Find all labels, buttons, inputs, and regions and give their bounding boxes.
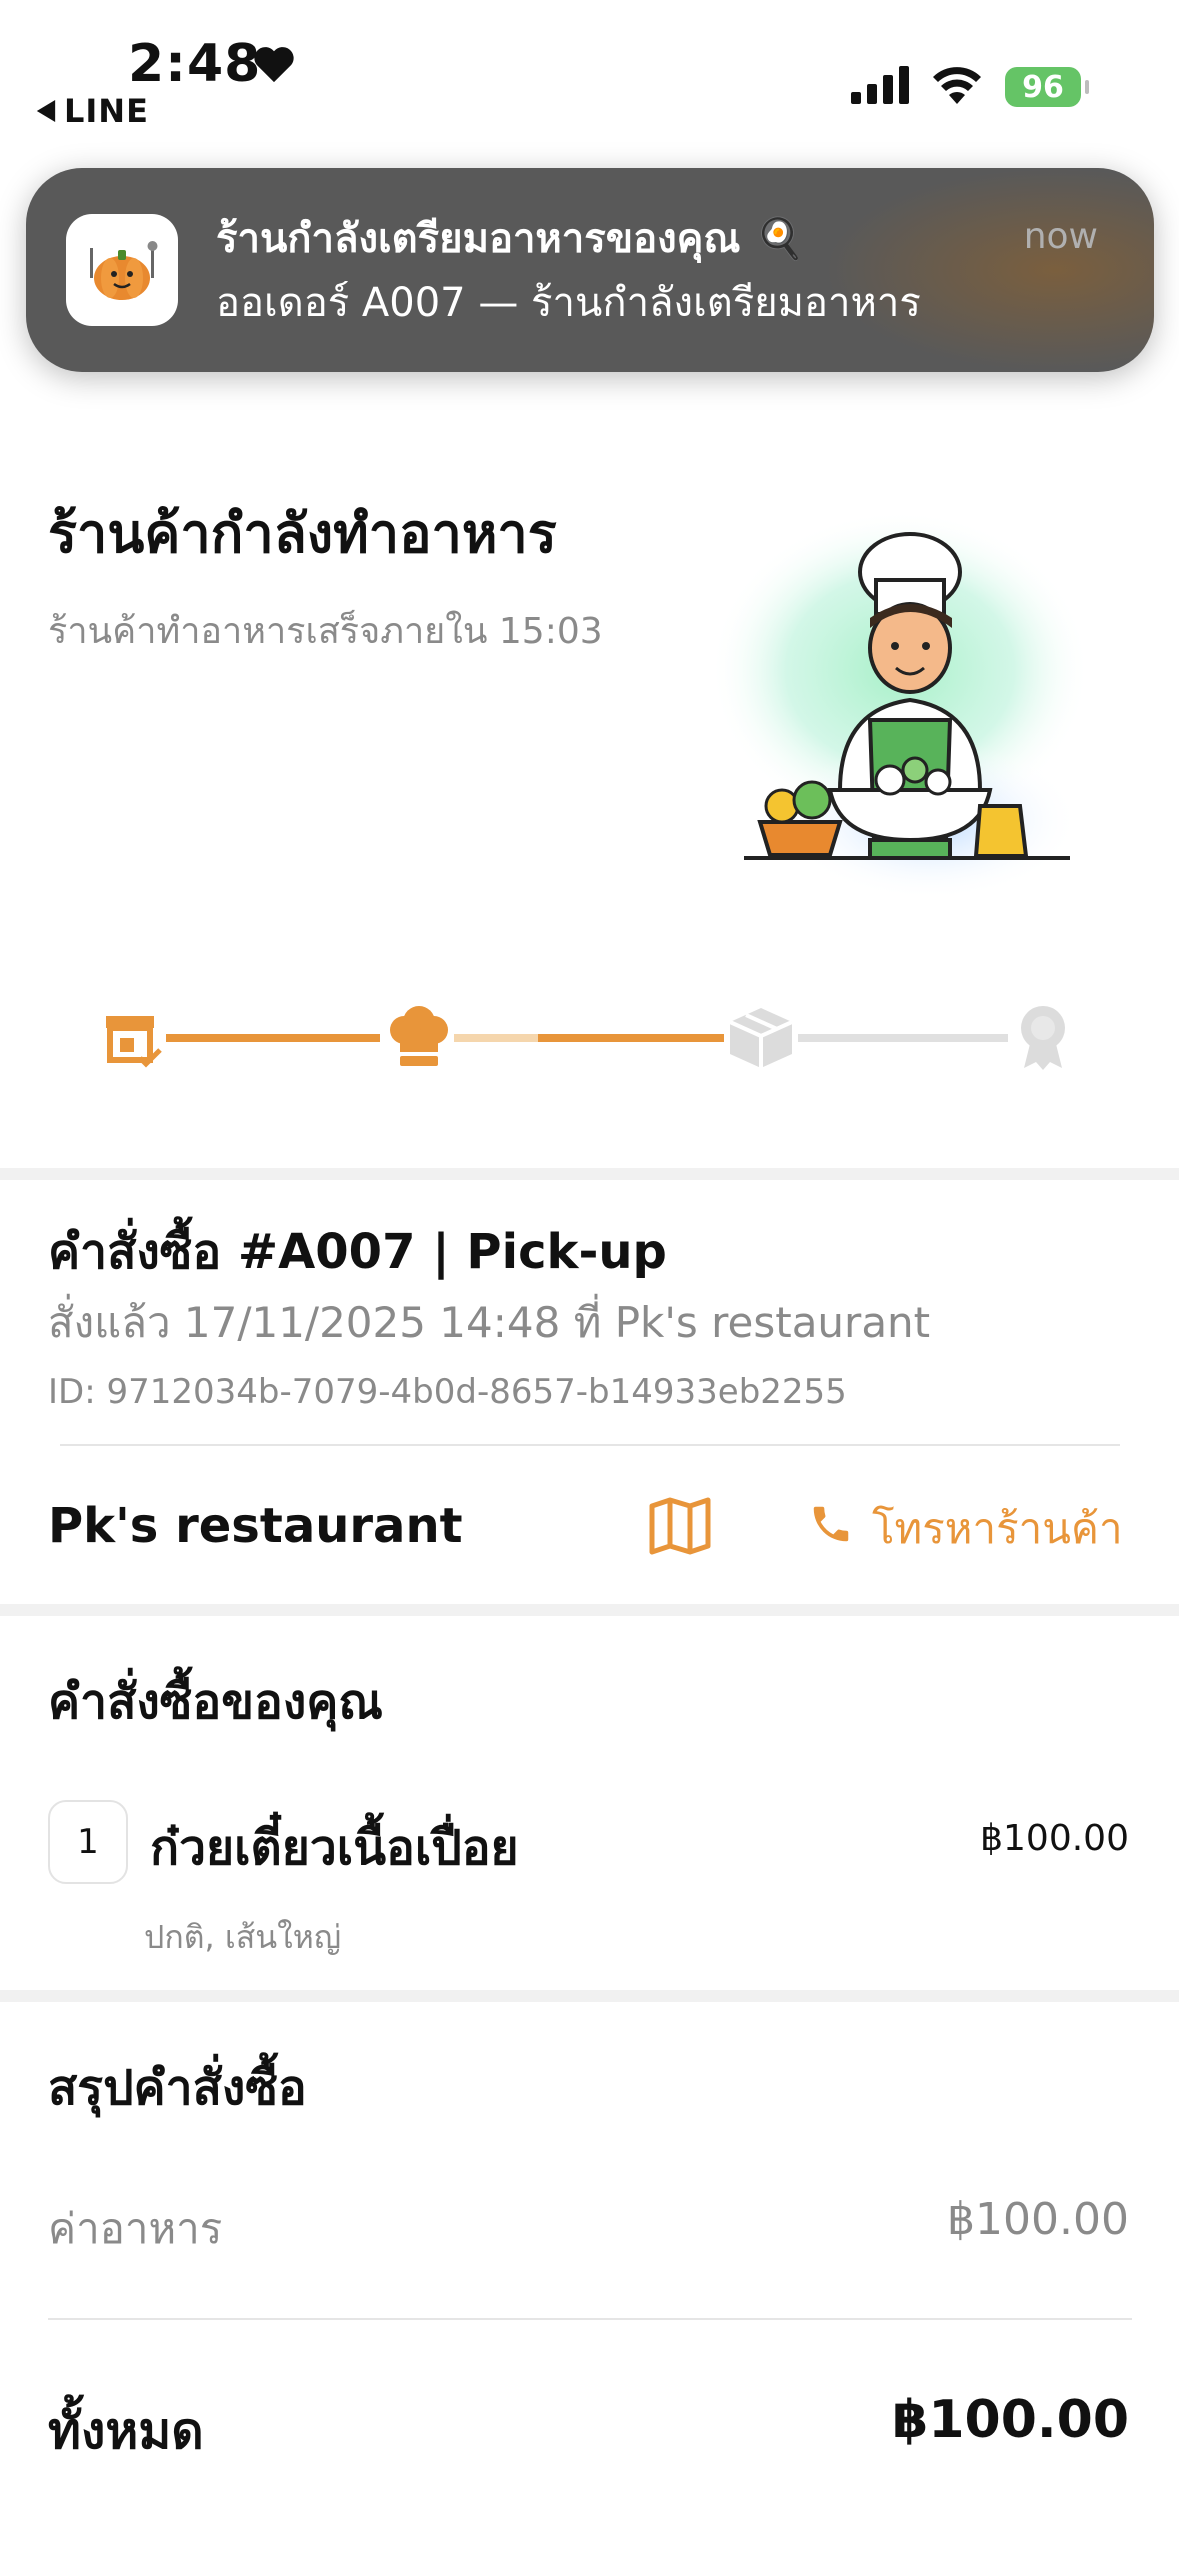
section-divider (0, 1990, 1179, 2002)
summary-title: สรุปคำสั่งซื้อ (48, 2060, 307, 2116)
page-title: ร้านค้ากำลังทำอาหาร (48, 502, 557, 565)
notification-body: ออเดอร์ A007 — ร้านกำลังเตรียมอาหาร (216, 280, 921, 326)
cellular-signal-icon (851, 66, 909, 108)
call-label: โทรหาร้านค้า (872, 1504, 1123, 1553)
divider (48, 2318, 1132, 2320)
award-icon (1018, 1004, 1068, 1074)
map-icon[interactable] (648, 1496, 712, 1556)
call-restaurant-button[interactable]: โทรหาร้านค้า (808, 1496, 1123, 1562)
battery-level: 96 (1022, 69, 1064, 105)
item-name: ก๋วยเตี๋ยวเนื้อเปื่อย (150, 1820, 519, 1876)
status-time: 2:48 (128, 34, 262, 94)
notification-title: ร้านกำลังเตรียมอาหารของคุณ 🍳 (216, 216, 805, 262)
notification-banner[interactable]: ร้านกำลังเตรียมอาหารของคุณ 🍳 ออเดอร์ A00… (26, 168, 1154, 372)
chef-illustration (690, 500, 1130, 920)
notification-time: now (1023, 216, 1098, 257)
back-app-label: LINE (64, 92, 149, 130)
eta-subtitle: ร้านค้าทำอาหารเสร็จภายใน 15:03 (48, 611, 603, 652)
battery-indicator: 96 (1005, 67, 1089, 107)
section-divider (0, 1604, 1179, 1616)
phone-icon (808, 1501, 854, 1557)
section-divider (0, 1168, 1179, 1180)
back-triangle-icon (36, 92, 56, 130)
divider (60, 1444, 1120, 1446)
item-quantity: 1 (48, 1800, 128, 1884)
package-icon (728, 1006, 794, 1074)
status-indicators: 96 (851, 66, 1089, 108)
chef-hat-icon (388, 1006, 450, 1074)
order-progress-tracker (98, 1000, 1083, 1080)
restaurant-name: Pk's restaurant (48, 1498, 463, 1554)
items-section-title: คำสั่งซื้อของคุณ (48, 1674, 383, 1730)
total-value: ฿100.00 (892, 2390, 1129, 2450)
item-options: ปกติ, เส้นใหญ่ (144, 1918, 342, 1956)
app-logo-icon (66, 214, 178, 326)
order-meta: สั่งแล้ว 17/11/2025 14:48 ที่ Pk's resta… (48, 1298, 931, 1347)
store-check-icon (104, 1012, 162, 1072)
heart-icon (252, 44, 296, 88)
back-to-app[interactable]: LINE (36, 92, 149, 130)
food-cost-label: ค่าอาหาร (48, 2204, 223, 2253)
total-label: ทั้งหมด (48, 2402, 204, 2460)
order-title: คำสั่งซื้อ #A007 | Pick-up (48, 1224, 667, 1280)
order-id: ID: 9712034b-7079-4b0d-8657-b14933eb2255 (48, 1372, 847, 1412)
item-price: ฿100.00 (980, 1818, 1129, 1859)
food-cost-value: ฿100.00 (947, 2194, 1129, 2245)
wifi-icon (931, 66, 983, 108)
